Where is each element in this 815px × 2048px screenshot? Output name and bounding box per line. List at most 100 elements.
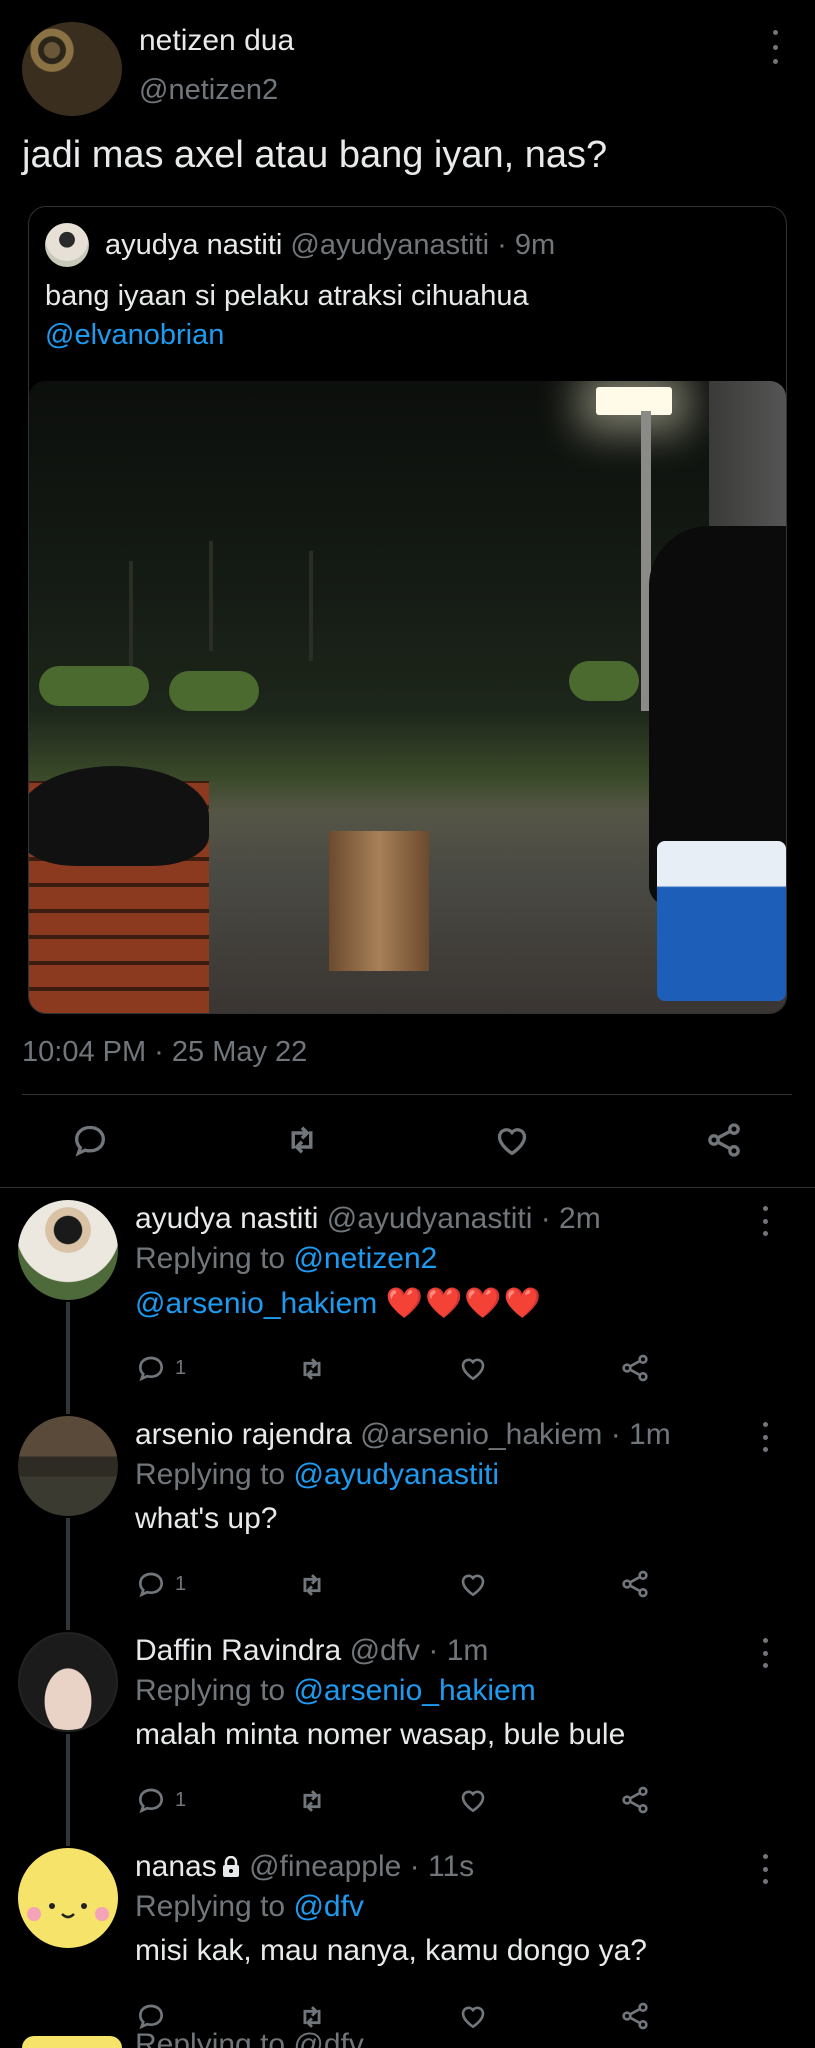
quoted-mention-link[interactable]: @elvanobrian [45,316,224,355]
replying-label: Replying to [135,1674,294,1707]
more-icon[interactable] [752,1206,778,1236]
divider [0,1187,815,1188]
text-mention[interactable]: @arsenio_hakiem [135,1287,377,1320]
reply-author-name[interactable]: Daffin Ravindra [135,1634,341,1667]
author-name[interactable]: netizen dua [139,24,294,58]
reply-icon[interactable] [66,1116,114,1164]
reply-button[interactable]: 1 [135,1352,186,1384]
cut-off-replying: Replying to @dfv [135,2028,364,2048]
reply-tweet[interactable]: nanas @fineapple · 11s Replying to @dfv … [0,1848,815,2048]
reply-button[interactable]: 1 [135,1784,186,1816]
reply-actions: 1 [135,1784,655,1824]
reply-icon [138,1788,164,1814]
reply-text: misi kak, mau nanya, kamu dongo ya? [135,1934,647,1967]
replying-label: Replying to [135,1890,294,1923]
reply-icon [138,1572,164,1598]
retweet-icon[interactable] [278,1116,326,1164]
reply-header: nanas @fineapple · 11s [135,1850,474,1884]
more-icon[interactable] [762,30,788,64]
retweet-icon[interactable] [295,1568,329,1602]
avatar[interactable] [18,1200,118,1300]
tweet-text: jadi mas axel atau bang iyan, nas? [22,134,608,176]
replying-label: Replying to [135,1458,294,1491]
avatar[interactable] [22,2036,122,2048]
smiley-face-icon [27,1903,109,1921]
share-icon[interactable] [619,1784,651,1816]
like-icon[interactable] [457,1784,489,1816]
bush-shape [569,661,639,701]
replying-to: Replying to @netizen2 [135,1242,437,1276]
reply-header: ayudya nastiti @ayudyanastiti · 2m [135,1202,601,1236]
like-icon[interactable] [457,1352,489,1384]
share-icon[interactable] [619,2000,651,2032]
author-handle[interactable]: @netizen2 [139,74,278,107]
replying-mention[interactable]: @dfv [293,1890,363,1923]
reply-count: 1 [175,1356,187,1379]
wood-shape [329,831,429,971]
quoted-author-name: ayudya nastiti [105,229,283,261]
author-avatar[interactable] [22,22,122,116]
retweet-icon[interactable] [295,1784,329,1818]
fence-post [129,561,133,671]
reply-header: arsenio rajendra @arsenio_hakiem · 1m [135,1418,671,1452]
reply-author-name[interactable]: ayudya nastiti [135,1202,318,1235]
reply-text: @arsenio_hakiem ❤️❤️❤️❤️ [135,1286,543,1321]
replying-mention[interactable]: @arsenio_hakiem [293,1674,535,1707]
reply-text: malah minta nomer wasap, bule bule [135,1718,626,1751]
main-tweet: netizen dua @netizen2 jadi mas axel atau… [0,0,815,1188]
more-icon[interactable] [752,1638,778,1668]
reply-count: 1 [175,1572,187,1595]
reply-tweet[interactable]: ayudya nastiti @ayudyanastiti · 2m Reply… [0,1200,815,1416]
replying-label: Replying to [135,1242,294,1275]
share-icon[interactable] [700,1116,748,1164]
reply-icon [138,1356,164,1382]
quoted-tweet[interactable]: ayudya nastiti @ayudyanastiti · 9m bang … [28,206,787,1014]
more-icon[interactable] [752,1854,778,1884]
quoted-media-image[interactable] [29,381,786,1013]
lamp-shape [596,387,672,415]
like-icon[interactable] [457,2000,489,2032]
reply-author-name[interactable]: arsenio rajendra [135,1418,352,1451]
replying-to: Replying to @arsenio_hakiem [135,1674,536,1708]
reply-meta: @ayudyanastiti · 2m [326,1202,601,1235]
quoted-header: ayudya nastiti @ayudyanastiti · 9m [105,229,555,262]
reply-tweet[interactable]: Daffin Ravindra @dfv · 1m Replying to @a… [0,1632,815,1848]
reply-actions: 1 [135,1352,655,1392]
bush-shape [39,666,149,706]
reply-text: what's up? [135,1502,278,1535]
avatar[interactable] [18,1416,118,1516]
avatar[interactable] [18,1848,118,1948]
share-icon[interactable] [619,1352,651,1384]
avatar[interactable] [18,1632,118,1732]
reply-meta: @fineapple · 11s [249,1850,475,1883]
lock-icon [222,1856,239,1877]
reply-tweet[interactable]: arsenio rajendra @arsenio_hakiem · 1m Re… [0,1416,815,1632]
main-actions [0,1110,815,1170]
pot-shape [29,766,209,866]
bush-shape [169,671,259,711]
reply-count: 1 [175,1788,187,1811]
like-icon[interactable] [457,1568,489,1600]
reply-actions: 1 [135,1568,655,1608]
quoted-avatar[interactable] [45,223,89,267]
fence-post [209,541,213,651]
replying-mention[interactable]: @ayudyanastiti [293,1458,499,1491]
heart-emoji: ❤️❤️❤️❤️ [385,1287,544,1320]
like-icon[interactable] [488,1116,536,1164]
cooler-shape [657,841,786,1001]
reply-button[interactable]: 1 [135,1568,186,1600]
reply-header: Daffin Ravindra @dfv · 1m [135,1634,488,1668]
quoted-text: bang iyaan si pelaku atraksi cihuahua [45,280,529,312]
reply-meta: @arsenio_hakiem · 1m [360,1418,671,1451]
reply-meta: @dfv · 1m [349,1634,489,1667]
replying-mention[interactable]: @netizen2 [293,1242,437,1275]
fence-post [309,551,313,661]
more-icon[interactable] [752,1422,778,1452]
divider [22,1094,792,1095]
tweet-timestamp[interactable]: 10:04 PM · 25 May 22 [22,1036,307,1069]
share-icon[interactable] [619,1568,651,1600]
reply-author-name[interactable]: nanas [135,1850,217,1883]
retweet-icon[interactable] [295,1352,329,1386]
replying-to: Replying to @dfv [135,1890,364,1924]
replying-to: Replying to @ayudyanastiti [135,1458,499,1492]
